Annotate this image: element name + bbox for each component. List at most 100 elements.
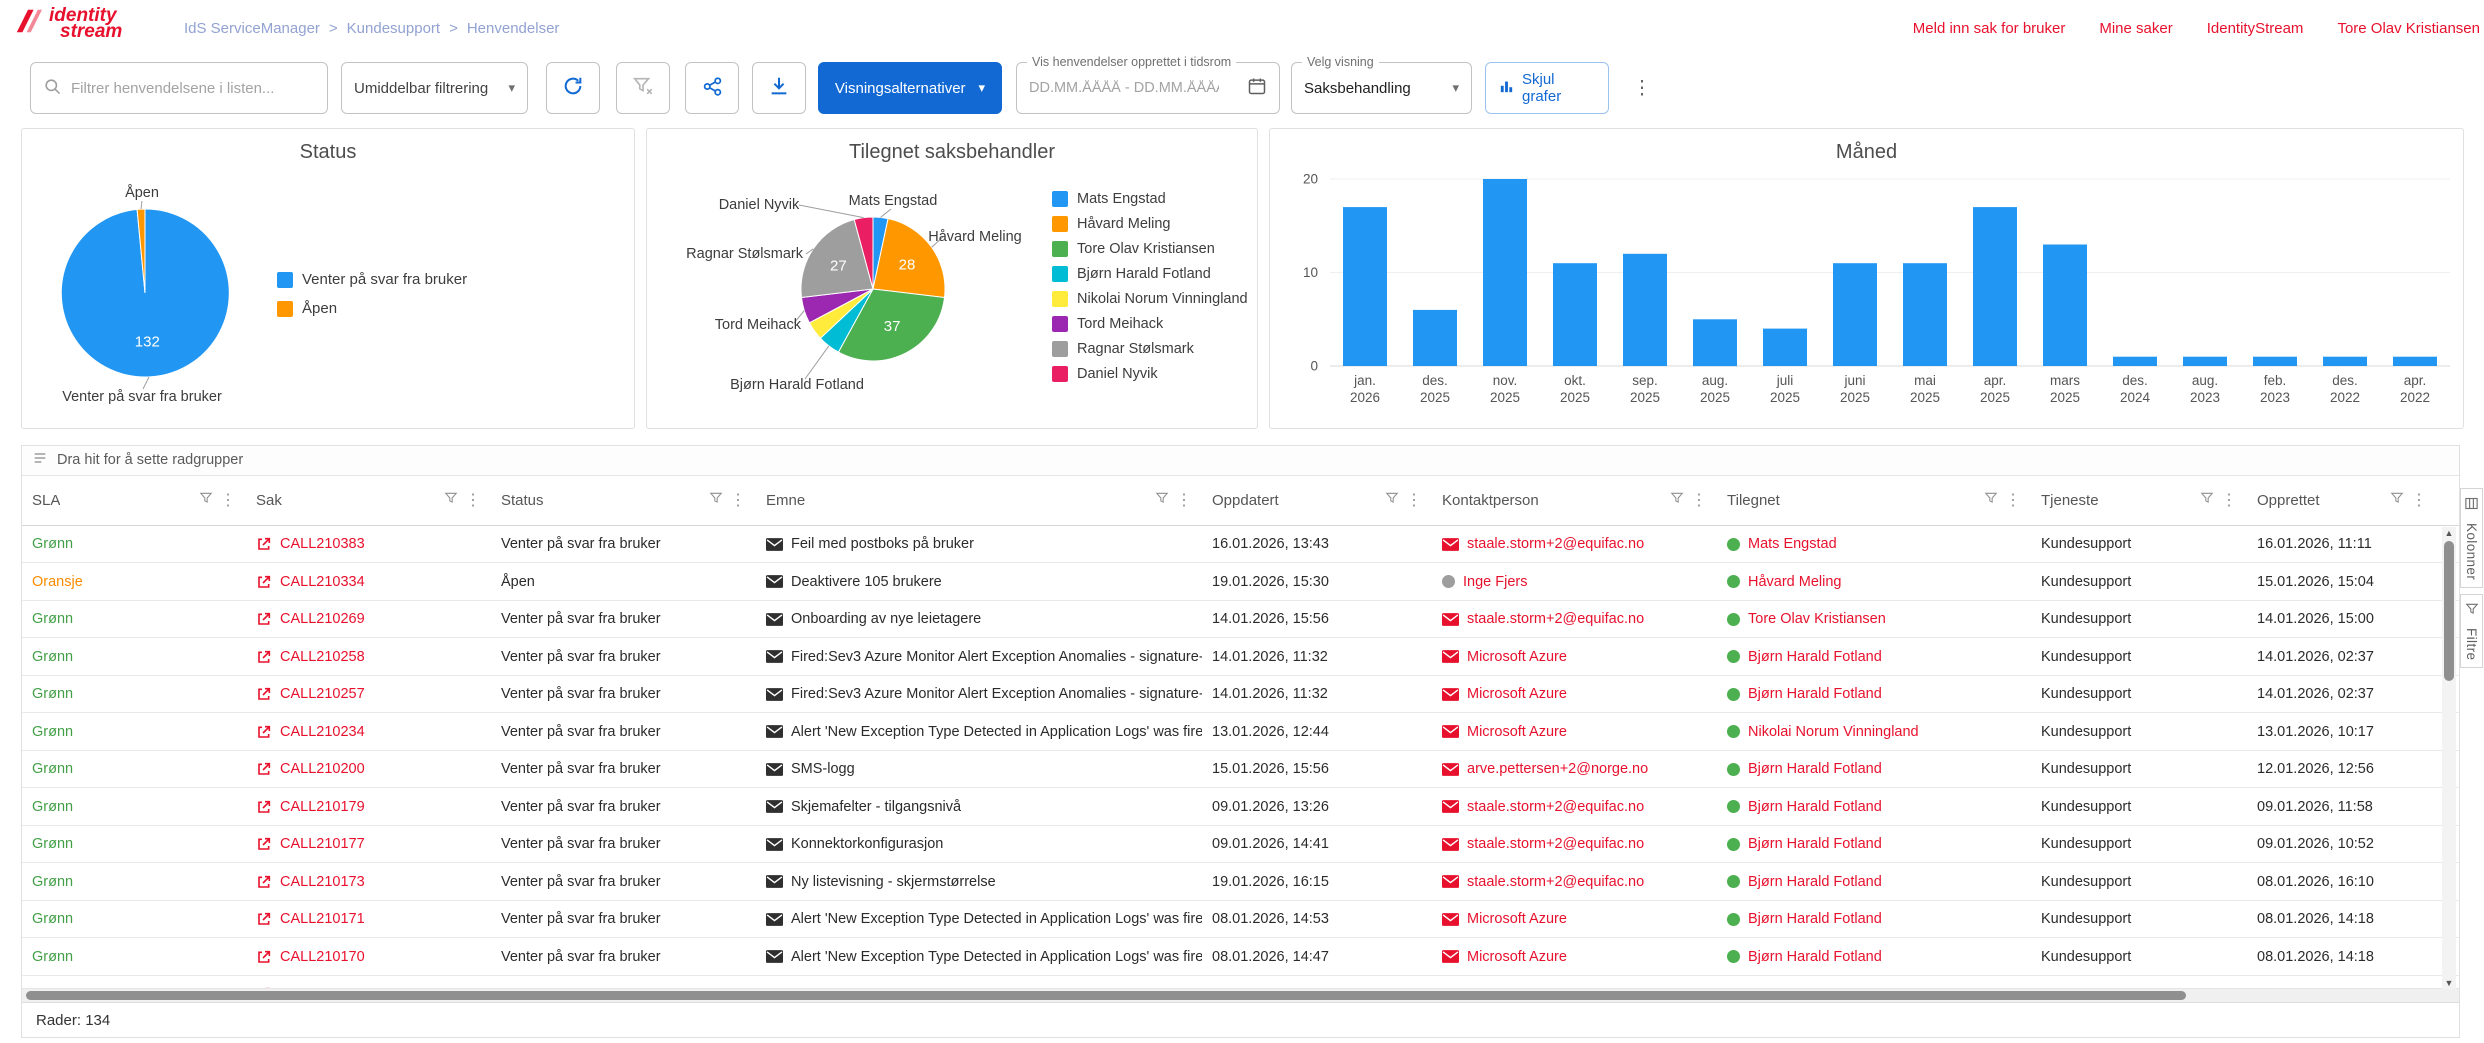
instant-filter-dropdown[interactable]: Umiddelbar filtrering ▾ [341, 62, 528, 114]
case-link[interactable]: CALL210269 [280, 611, 365, 627]
contact-link[interactable]: arve.pettersen+2@norge.no [1467, 761, 1648, 777]
hide-charts-button[interactable]: Skjul grafer [1485, 62, 1609, 114]
bar-aug-2023[interactable] [2183, 357, 2227, 366]
column-header-tilegnet[interactable]: Tilegnet⋮ [1717, 476, 2031, 525]
case-link[interactable]: CALL210177 [280, 836, 365, 852]
case-link[interactable]: CALL210383 [280, 536, 365, 552]
horizontal-scrollbar-thumb[interactable] [26, 991, 2186, 1000]
column-menu-kebab[interactable]: ⋮ [2411, 490, 2427, 510]
table-row[interactable]: GrønnCALL210257Venter på svar fra bruker… [22, 676, 2459, 714]
legend-item-venter-p-svar-fra-bruker[interactable]: Venter på svar fra bruker [277, 271, 467, 288]
table-row[interactable]: GrønnCALL210179Venter på svar fra bruker… [22, 788, 2459, 826]
contact-link[interactable]: Microsoft Azure [1467, 949, 1567, 965]
assignee-link[interactable]: Nikolai Norum Vinningland [1748, 724, 1919, 740]
assignee-link[interactable]: Bjørn Harald Fotland [1748, 686, 1882, 702]
column-header-tjeneste[interactable]: Tjeneste⋮ [2031, 476, 2247, 525]
assignee-link[interactable]: Tore Olav Kristiansen [1748, 611, 1886, 627]
bar-okt-2025[interactable] [1553, 263, 1597, 366]
assignee-link[interactable]: Håvard Meling [1748, 574, 1842, 590]
filter-funnel-icon[interactable] [709, 491, 723, 510]
legend-item-bj-rn-harald-fotland[interactable]: Bjørn Harald Fotland [1052, 266, 1248, 282]
date-range-field[interactable]: Vis henvendelser opprettet i tidsrom [1016, 62, 1280, 114]
filter-funnel-icon[interactable] [1984, 491, 1998, 510]
vertical-scrollbar[interactable]: ▲ ▼ [2442, 527, 2456, 989]
column-menu-kebab[interactable]: ⋮ [2221, 490, 2237, 510]
search-input[interactable] [71, 80, 315, 97]
bar-jan-2026[interactable] [1343, 207, 1387, 366]
view-options-button[interactable]: Visningsalternativer ▾ [818, 62, 1002, 114]
identitystream-link[interactable]: IdentityStream [2207, 20, 2304, 37]
contact-link[interactable]: Microsoft Azure [1467, 724, 1567, 740]
legend-item-nikolai-norum-vinningland[interactable]: Nikolai Norum Vinningland [1052, 291, 1248, 307]
contact-link[interactable]: Microsoft Azure [1467, 649, 1567, 665]
my-cases-link[interactable]: Mine saker [2099, 20, 2172, 37]
share-button[interactable] [685, 62, 739, 114]
bar-apr-2022[interactable] [2393, 357, 2437, 366]
bar-des-2024[interactable] [2113, 357, 2157, 366]
legend-item-tore-olav-kristiansen[interactable]: Tore Olav Kristiansen [1052, 241, 1248, 257]
assignee-link[interactable]: Bjørn Harald Fotland [1748, 949, 1882, 965]
filter-funnel-icon[interactable] [1155, 491, 1169, 510]
table-row[interactable]: GrønnCALL210258Venter på svar fra bruker… [22, 638, 2459, 676]
table-row[interactable]: OransjeCALL210334ÅpenDeaktivere 105 bruk… [22, 563, 2459, 601]
column-header-sla[interactable]: SLA⋮ [22, 476, 246, 525]
table-row[interactable]: GrønnCALL210170Venter på svar fra bruker… [22, 938, 2459, 976]
bar-juni-2025[interactable] [1833, 263, 1877, 366]
filter-funnel-icon[interactable] [2200, 491, 2214, 510]
scroll-down-arrow[interactable]: ▼ [2442, 978, 2456, 988]
breadcrumb-servicemanager[interactable]: IdS ServiceManager [184, 20, 320, 37]
column-menu-kebab[interactable]: ⋮ [1176, 490, 1192, 510]
case-link[interactable]: CALL210257 [280, 686, 365, 702]
scroll-up-arrow[interactable]: ▲ [2442, 528, 2456, 538]
case-link[interactable]: CALL210173 [280, 874, 365, 890]
assignee-link[interactable]: Bjørn Harald Fotland [1748, 874, 1882, 890]
case-link[interactable]: CALL210170 [280, 949, 365, 965]
assignee-link[interactable]: Bjørn Harald Fotland [1748, 761, 1882, 777]
filters-panel-tab[interactable]: Filtre [2460, 594, 2483, 668]
filter-funnel-icon[interactable] [2390, 491, 2404, 510]
table-row[interactable] [22, 976, 2459, 988]
legend-item-ragnar-st-lsmark[interactable]: Ragnar Stølsmark [1052, 341, 1248, 357]
bar-mars-2025[interactable] [2043, 245, 2087, 367]
logo[interactable]: identity stream [14, 6, 122, 41]
assignee-link[interactable]: Bjørn Harald Fotland [1748, 836, 1882, 852]
case-link[interactable]: CALL210200 [280, 761, 365, 777]
contact-link[interactable]: staale.storm+2@equifac.no [1467, 836, 1644, 852]
assignee-link[interactable]: Bjørn Harald Fotland [1748, 649, 1882, 665]
contact-link[interactable]: staale.storm+2@equifac.no [1467, 536, 1644, 552]
legend-item-mats-engstad[interactable]: Mats Engstad [1052, 191, 1248, 207]
report-case-link[interactable]: Meld inn sak for bruker [1913, 20, 2066, 37]
download-button[interactable] [752, 62, 806, 114]
case-link[interactable]: CALL210171 [280, 911, 365, 927]
columns-panel-tab[interactable]: Kolonner [2460, 488, 2483, 588]
table-row[interactable]: GrønnCALL210383Venter på svar fra bruker… [22, 526, 2459, 564]
vertical-scrollbar-thumb[interactable] [2444, 541, 2454, 681]
refresh-button[interactable] [546, 62, 600, 114]
toolbar-kebab-menu[interactable]: ⋮ [1628, 62, 1656, 114]
bar-des-2022[interactable] [2323, 357, 2367, 366]
table-row[interactable]: GrønnCALL210171Venter på svar fra bruker… [22, 901, 2459, 939]
bar-des-2025[interactable] [1413, 310, 1457, 366]
column-menu-kebab[interactable]: ⋮ [2005, 490, 2021, 510]
table-row[interactable]: GrønnCALL210234Venter på svar fra bruker… [22, 713, 2459, 751]
column-header-sak[interactable]: Sak⋮ [246, 476, 491, 525]
bar-feb-2023[interactable] [2253, 357, 2297, 366]
filter-funnel-icon[interactable] [1670, 491, 1684, 510]
bar-juli-2025[interactable] [1763, 329, 1807, 366]
bar-apr-2025[interactable] [1973, 207, 2017, 366]
contact-link[interactable]: staale.storm+2@equifac.no [1467, 874, 1644, 890]
table-row[interactable]: GrønnCALL210269Venter på svar fra bruker… [22, 601, 2459, 639]
current-user-link[interactable]: Tore Olav Kristiansen [2337, 20, 2480, 37]
table-row[interactable]: GrønnCALL210173Venter på svar fra bruker… [22, 863, 2459, 901]
case-link[interactable]: CALL210258 [280, 649, 365, 665]
calendar-icon[interactable] [1247, 76, 1267, 100]
column-header-oppdatert[interactable]: Oppdatert⋮ [1202, 476, 1432, 525]
column-header-opprettet[interactable]: Opprettet⋮ [2247, 476, 2437, 525]
filter-funnel-icon[interactable] [1385, 491, 1399, 510]
contact-link[interactable]: staale.storm+2@equifac.no [1467, 799, 1644, 815]
column-menu-kebab[interactable]: ⋮ [465, 490, 481, 510]
contact-link[interactable]: Microsoft Azure [1467, 911, 1567, 927]
case-link[interactable]: CALL210234 [280, 724, 365, 740]
contact-link[interactable]: staale.storm+2@equifac.no [1467, 611, 1644, 627]
group-drop-area[interactable]: Dra hit for å sette radgrupper [22, 446, 2459, 476]
